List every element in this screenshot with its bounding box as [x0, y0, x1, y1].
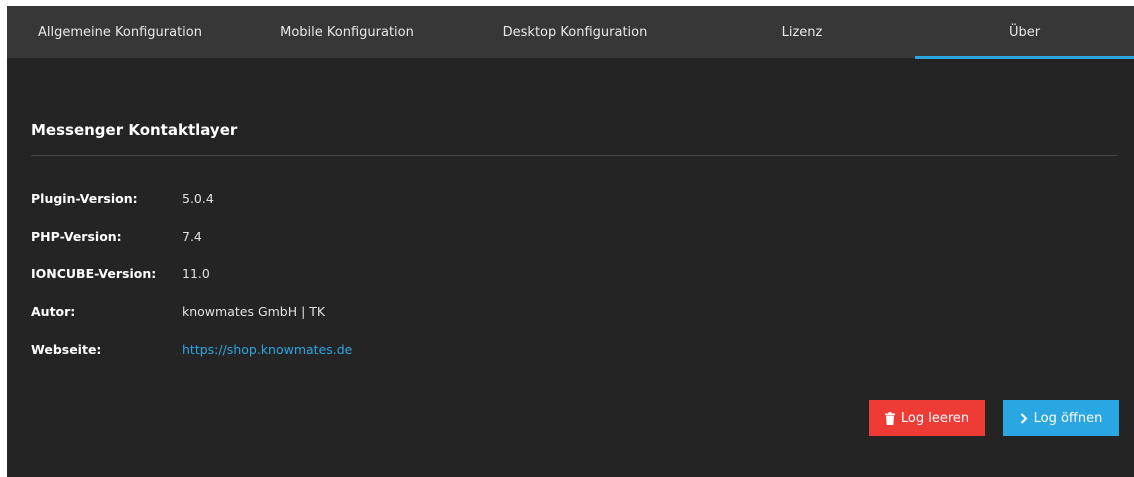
- chevron-right-icon: [1020, 412, 1028, 424]
- php-version-label: PHP-Version:: [31, 229, 122, 244]
- trash-icon: [884, 411, 895, 425]
- ioncube-version-label: IONCUBE-Version:: [31, 266, 157, 281]
- open-log-button[interactable]: Log öffnen: [1003, 400, 1119, 436]
- plugin-version-label: Plugin-Version:: [31, 191, 138, 206]
- open-log-label: Log öffnen: [1033, 410, 1103, 426]
- section-divider: [31, 155, 1118, 156]
- section-title: Messenger Kontaktlayer: [31, 121, 238, 139]
- tab-about[interactable]: Über: [915, 6, 1134, 58]
- author-value: knowmates GmbH | TK: [182, 304, 326, 319]
- tab-mobile-config[interactable]: Mobile Konfiguration: [233, 6, 461, 58]
- website-link[interactable]: https://shop.knowmates.de: [182, 342, 352, 357]
- clear-log-button[interactable]: Log leeren: [869, 400, 985, 436]
- tab-license[interactable]: Lizenz: [689, 6, 915, 58]
- ioncube-version-value: 11.0: [182, 266, 210, 281]
- php-version-value: 7.4: [182, 229, 202, 244]
- author-label: Autor:: [31, 304, 76, 319]
- tab-desktop-config[interactable]: Desktop Konfiguration: [461, 6, 689, 58]
- active-tab-indicator: [915, 56, 1134, 59]
- tab-bar: Allgemeine Konfiguration Mobile Konfigur…: [7, 6, 1134, 59]
- about-panel: Allgemeine Konfiguration Mobile Konfigur…: [7, 6, 1134, 477]
- website-label: Webseite:: [31, 342, 102, 357]
- plugin-version-value: 5.0.4: [182, 191, 214, 206]
- tab-general-config[interactable]: Allgemeine Konfiguration: [7, 6, 233, 58]
- clear-log-label: Log leeren: [900, 410, 970, 426]
